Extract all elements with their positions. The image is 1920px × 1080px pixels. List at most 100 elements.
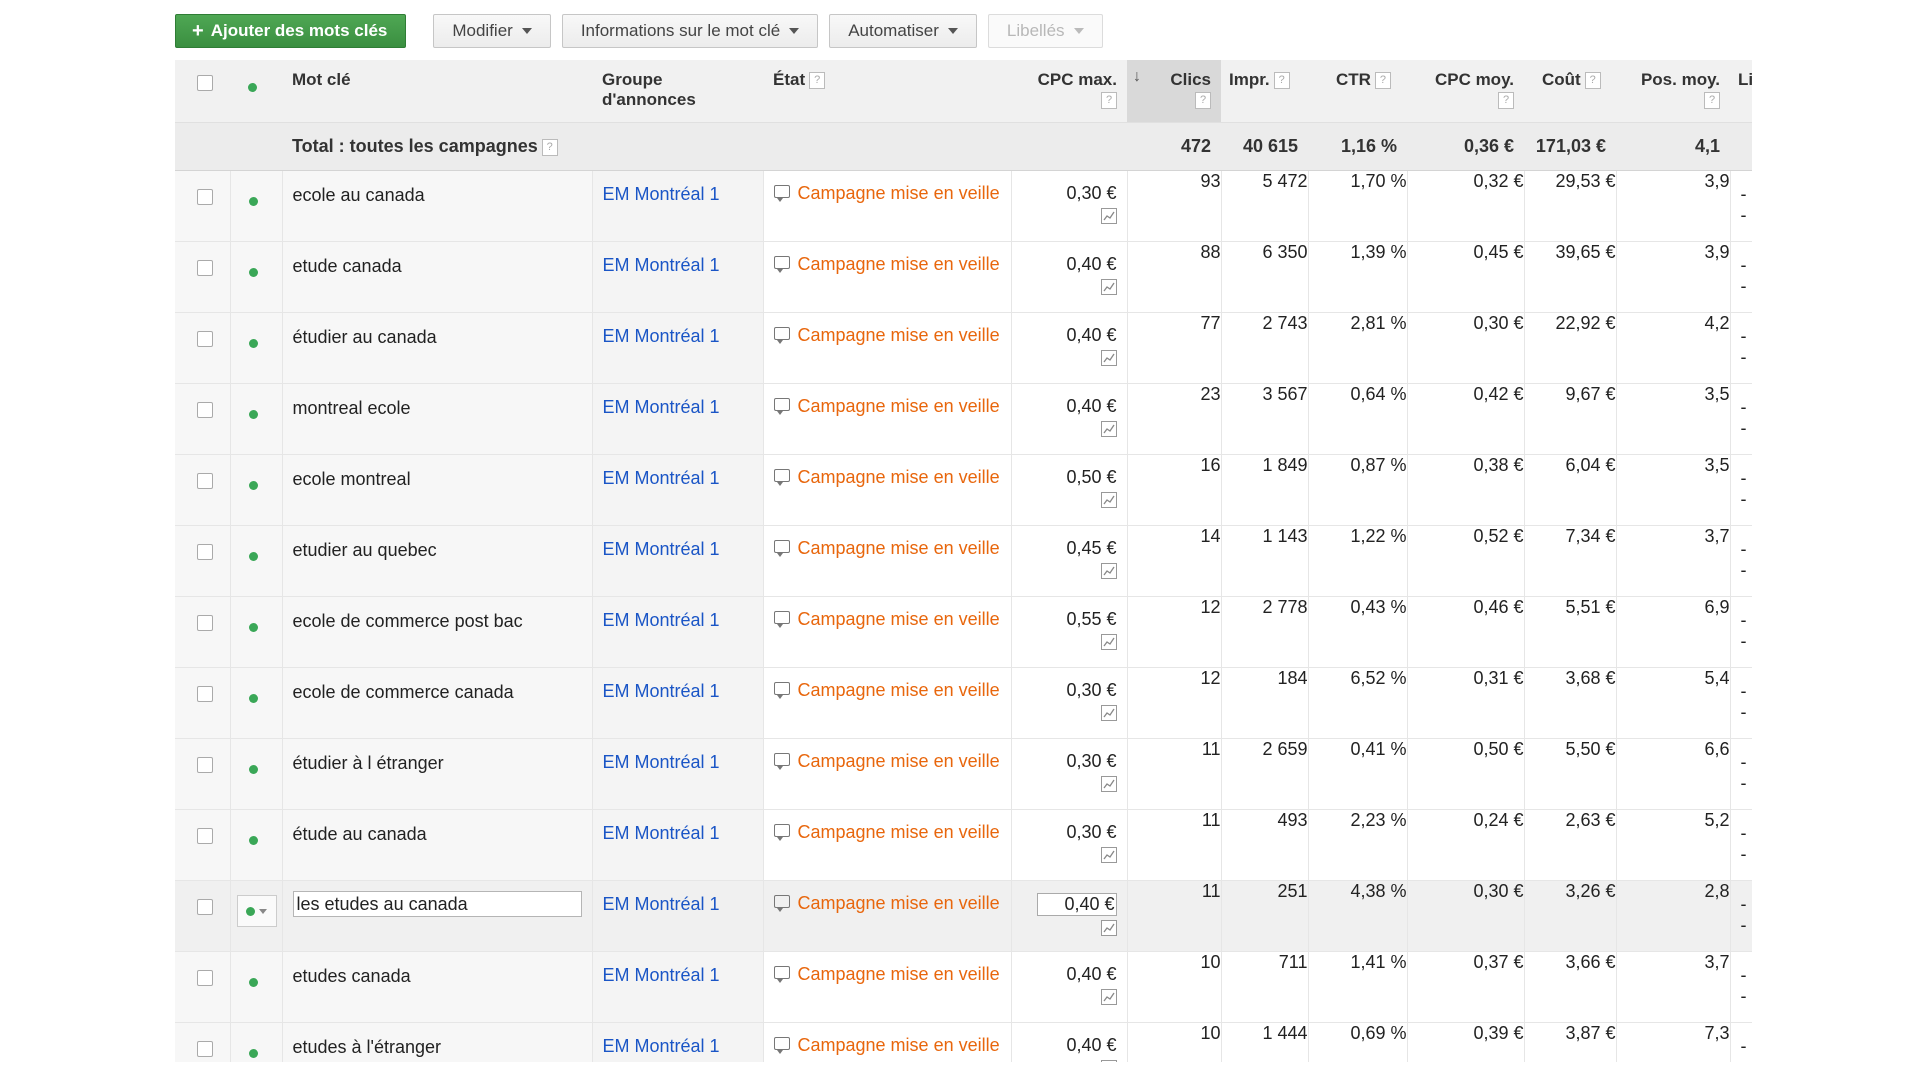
help-icon[interactable]: ? [1195, 92, 1211, 110]
green-dot-icon[interactable] [248, 268, 258, 277]
row-checkbox[interactable] [197, 402, 213, 418]
line-chart-icon[interactable] [1100, 208, 1117, 224]
help-icon[interactable]: ? [1374, 72, 1391, 90]
green-dot-icon[interactable] [248, 552, 258, 561]
status-dropdown[interactable] [236, 895, 277, 927]
max-cpc-value[interactable]: 0,40 € [1066, 396, 1116, 416]
speech-bubble-icon[interactable] [773, 895, 790, 912]
ad-group-link[interactable]: EM Montréal 1 [593, 1023, 763, 1057]
green-dot-icon[interactable] [248, 694, 258, 703]
ad-group-link[interactable]: EM Montréal 1 [593, 597, 763, 631]
green-dot-icon[interactable] [248, 1049, 258, 1058]
ad-group-link[interactable]: EM Montréal 1 [593, 171, 763, 205]
line-chart-icon[interactable] [1100, 279, 1117, 295]
row-checkbox[interactable] [197, 828, 213, 844]
green-dot-icon[interactable] [248, 410, 258, 419]
header-max-cpc[interactable]: CPC max.? [1011, 60, 1127, 123]
green-dot-icon[interactable] [248, 197, 258, 206]
line-chart-icon[interactable] [1100, 705, 1117, 721]
ad-group-link[interactable]: EM Montréal 1 [593, 952, 763, 986]
green-dot-icon[interactable] [248, 836, 258, 845]
help-icon[interactable]: ? [1704, 92, 1720, 110]
speech-bubble-icon[interactable] [773, 327, 790, 344]
select-all-checkbox[interactable] [197, 75, 213, 91]
line-chart-icon[interactable] [1100, 989, 1117, 1005]
row-checkbox[interactable] [197, 189, 213, 205]
line-chart-icon[interactable] [1100, 847, 1117, 863]
ad-group-link[interactable]: EM Montréal 1 [593, 384, 763, 418]
help-icon[interactable]: ? [1584, 72, 1601, 90]
line-chart-icon[interactable] [1100, 421, 1117, 437]
row-checkbox[interactable] [197, 1041, 213, 1057]
speech-bubble-icon[interactable] [773, 540, 790, 557]
speech-bubble-icon[interactable] [773, 185, 790, 202]
keyword-text[interactable]: etudier au quebec [283, 526, 592, 561]
row-checkbox[interactable] [197, 544, 213, 560]
speech-bubble-icon[interactable] [773, 824, 790, 841]
header-cost[interactable]: Coût? [1524, 60, 1616, 123]
max-cpc-value[interactable]: 0,40 € [1066, 254, 1116, 274]
max-cpc-value[interactable]: 0,50 € [1066, 467, 1116, 487]
green-dot-icon[interactable] [248, 481, 258, 490]
keyword-text[interactable]: étudier au canada [283, 313, 592, 348]
keyword-info-dropdown[interactable]: Informations sur le mot clé [561, 14, 819, 48]
max-cpc-value[interactable]: 0,55 € [1066, 609, 1116, 629]
speech-bubble-icon[interactable] [773, 682, 790, 699]
keyword-text[interactable]: étudier à l étranger [283, 739, 592, 774]
keyword-text[interactable]: ecole au canada [283, 171, 592, 206]
max-cpc-value[interactable]: 0,30 € [1066, 183, 1116, 203]
row-checkbox[interactable] [197, 757, 213, 773]
modify-dropdown[interactable]: Modifier [433, 14, 551, 48]
keyword-text[interactable]: ecole de commerce post bac [283, 597, 592, 632]
header-state[interactable]: État? [763, 60, 1011, 123]
header-avg-cpc[interactable]: CPC moy.? [1407, 60, 1524, 123]
help-icon[interactable]: ? [809, 72, 826, 90]
keyword-text[interactable]: montreal ecole [283, 384, 592, 419]
row-checkbox[interactable] [197, 899, 213, 915]
ad-group-link[interactable]: EM Montréal 1 [593, 313, 763, 347]
help-icon[interactable]: ? [1273, 72, 1290, 90]
line-chart-icon[interactable] [1100, 492, 1117, 508]
line-chart-icon[interactable] [1100, 350, 1117, 366]
header-ad-group[interactable]: Groupe d'annonces [592, 60, 763, 123]
row-checkbox[interactable] [197, 331, 213, 347]
speech-bubble-icon[interactable] [773, 256, 790, 273]
max-cpc-value[interactable]: 0,30 € [1066, 680, 1116, 700]
ad-group-link[interactable]: EM Montréal 1 [593, 810, 763, 844]
green-dot-icon[interactable] [248, 765, 258, 774]
speech-bubble-icon[interactable] [773, 966, 790, 983]
line-chart-icon[interactable] [1100, 1060, 1117, 1062]
line-chart-icon[interactable] [1100, 563, 1117, 579]
header-avg-position[interactable]: Pos. moy.? [1616, 60, 1730, 123]
keyword-text[interactable]: etudes canada [283, 952, 592, 987]
ad-group-link[interactable]: EM Montréal 1 [593, 242, 763, 276]
header-extra[interactable]: Li [1730, 60, 1752, 123]
help-icon[interactable]: ? [1101, 92, 1117, 110]
add-keywords-button[interactable]: + Ajouter des mots clés [175, 14, 407, 48]
keyword-text[interactable]: ecole de commerce canada [283, 668, 592, 703]
max-cpc-value[interactable]: 0,30 € [1066, 751, 1116, 771]
help-icon[interactable]: ? [1498, 92, 1514, 110]
row-checkbox[interactable] [197, 686, 213, 702]
green-dot-icon[interactable] [248, 978, 258, 987]
header-keyword[interactable]: Mot clé [282, 60, 592, 123]
keyword-text[interactable]: ecole montreal [283, 455, 592, 490]
max-cpc-value[interactable]: 0,30 € [1066, 822, 1116, 842]
line-chart-icon[interactable] [1100, 634, 1117, 650]
max-cpc-value[interactable]: 0,40 € [1066, 964, 1116, 984]
ad-group-link[interactable]: EM Montréal 1 [593, 455, 763, 489]
max-cpc-value[interactable]: 0,40 € [1066, 325, 1116, 345]
green-dot-icon[interactable] [248, 623, 258, 632]
header-ctr[interactable]: CTR? [1308, 60, 1407, 123]
green-dot-icon[interactable] [248, 339, 258, 348]
ad-group-link[interactable]: EM Montréal 1 [593, 739, 763, 773]
max-cpc-edit-field[interactable]: 0,40 € [1036, 893, 1117, 916]
keyword-text[interactable]: étude au canada [283, 810, 592, 845]
row-checkbox[interactable] [197, 970, 213, 986]
speech-bubble-icon[interactable] [773, 611, 790, 628]
ad-group-link[interactable]: EM Montréal 1 [593, 881, 763, 915]
keyword-text[interactable]: etude canada [283, 242, 592, 277]
keyword-text[interactable]: etudes à l'étranger [283, 1023, 592, 1058]
keyword-edit-field[interactable]: les etudes au canada [292, 891, 582, 917]
row-checkbox[interactable] [197, 473, 213, 489]
